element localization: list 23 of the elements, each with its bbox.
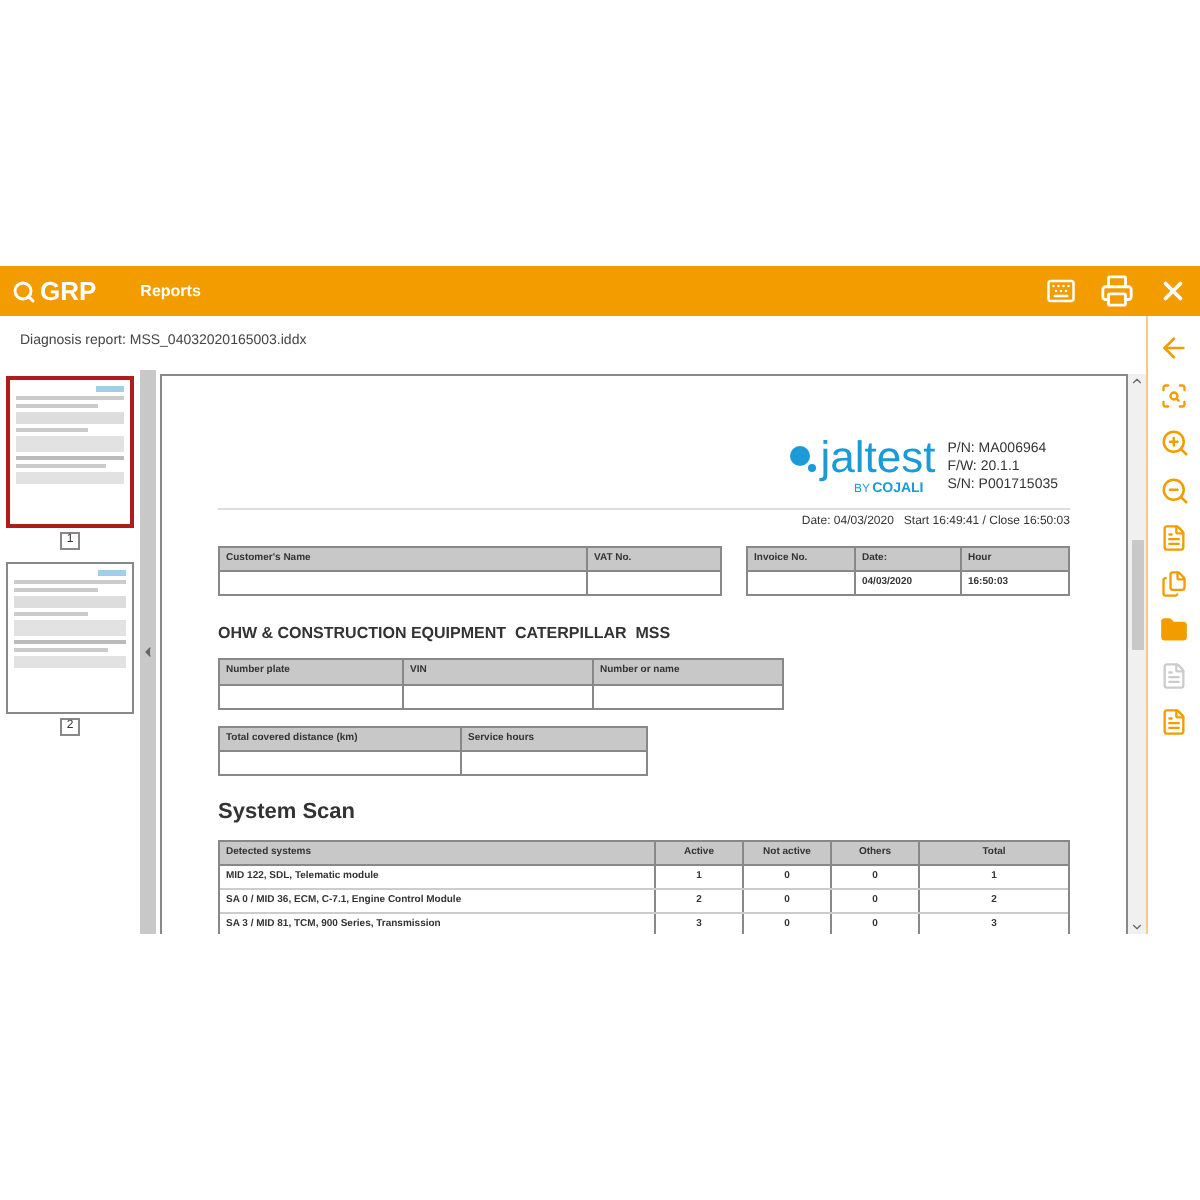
- folder-icon[interactable]: [1160, 616, 1188, 644]
- brand-name: jaltest: [820, 436, 936, 480]
- print-icon[interactable]: [1100, 274, 1134, 308]
- zoom-in-icon[interactable]: [1159, 428, 1189, 458]
- scroll-up-icon[interactable]: [1130, 374, 1144, 388]
- scroll-down-icon[interactable]: [1130, 920, 1144, 934]
- vehicle-heading: OHW & CONSTRUCTION EQUIPMENT CATERPILLAR MSS: [218, 622, 673, 646]
- section-heading: System Scan: [218, 798, 357, 828]
- app-title: Reports: [140, 279, 201, 303]
- search-icon[interactable]: [1160, 382, 1188, 410]
- pages-icon[interactable]: [1160, 570, 1188, 598]
- logo-dots-icon: [790, 445, 817, 471]
- page-thumbnail[interactable]: [6, 376, 134, 528]
- document-icon[interactable]: [1160, 662, 1188, 690]
- collapse-icon[interactable]: [140, 644, 156, 660]
- page-thumbnail[interactable]: [6, 562, 134, 714]
- zoom-out-icon[interactable]: [1159, 476, 1189, 506]
- scrollbar[interactable]: [1128, 374, 1146, 934]
- close-icon[interactable]: [1158, 276, 1188, 306]
- keyboard-icon[interactable]: [1046, 276, 1076, 306]
- app-logo: GRP: [40, 273, 97, 310]
- back-icon[interactable]: [1158, 332, 1190, 364]
- search-icon[interactable]: [12, 279, 36, 303]
